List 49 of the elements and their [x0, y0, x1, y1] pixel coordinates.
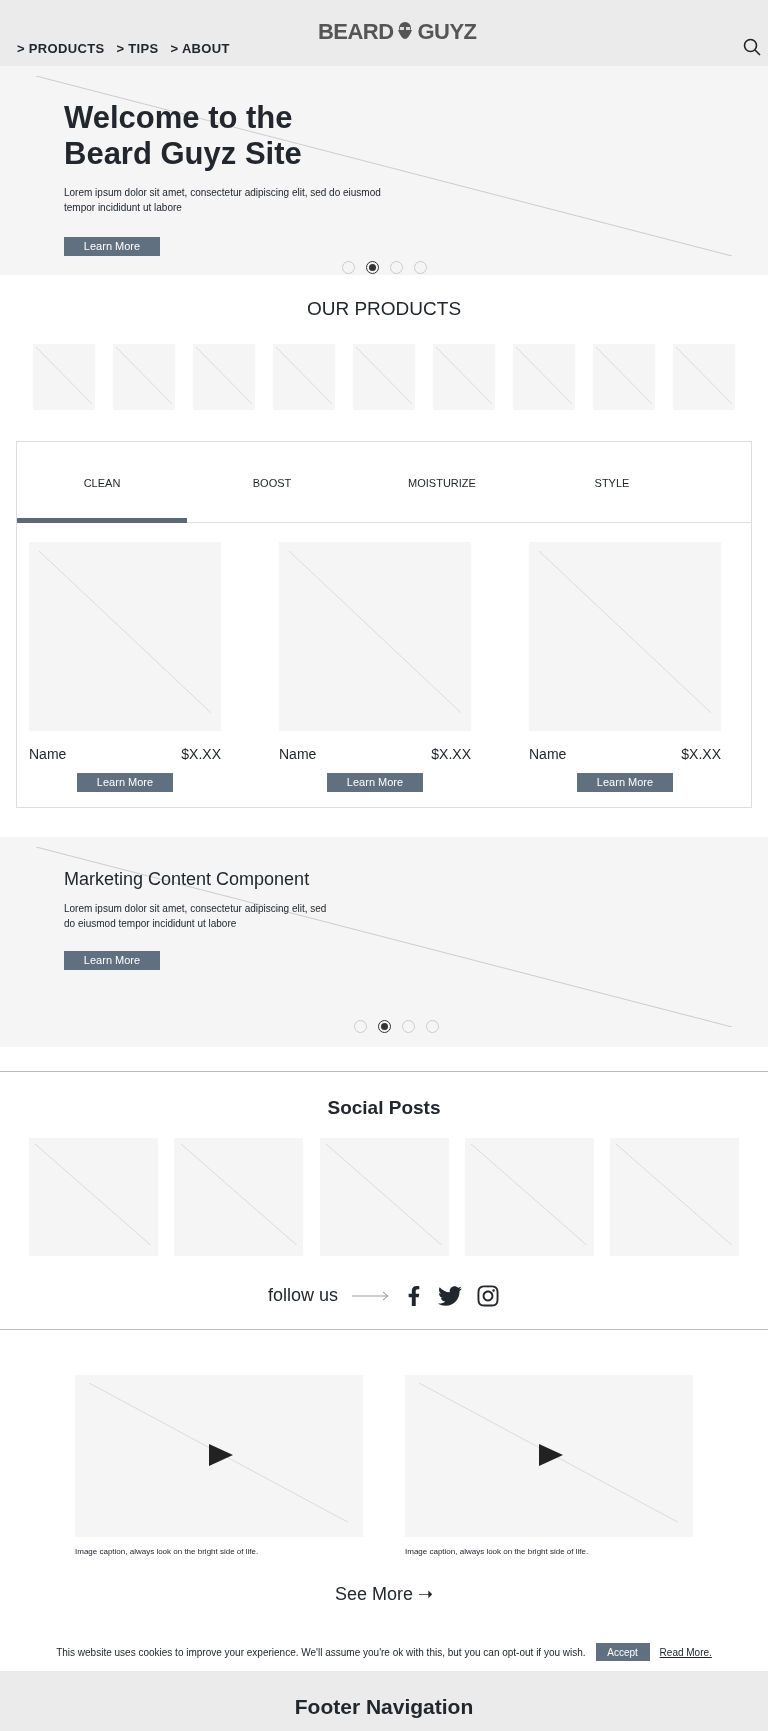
category-tab[interactable]: BOOST: [187, 441, 357, 523]
nav-link[interactable]: > PRODUCTS: [17, 38, 105, 58]
logo-text: BEARD: [318, 21, 394, 43]
product-price: $X.XX: [181, 744, 221, 764]
cookie-notice: This website uses cookies to improve your experience. We'll assume you're ok with this, but you can opt-out if you wish.: [56, 1645, 586, 1660]
product-name: Name: [529, 744, 567, 764]
diagonal-line: [436, 346, 492, 404]
nav-link[interactable]: > ABOUT: [170, 38, 230, 58]
section-title: OUR PRODUCTS: [305, 297, 463, 321]
hero-title: Welcome to the Beard Guyz Site: [64, 100, 303, 172]
diagonal-line: [196, 346, 252, 404]
learn-more-button[interactable]: Learn More: [64, 237, 160, 256]
category-tab[interactable]: MOISTURIZE: [357, 441, 527, 523]
product-name: Name: [29, 744, 67, 764]
marketing-title: Marketing Content Component: [64, 867, 311, 891]
product-price: $X.XX: [681, 744, 721, 764]
hero-text: Lorem ipsum dolor sit amet, consectetur adipiscing elit, sed do eiusmod tempor incididunt ut labore: [64, 186, 382, 215]
diagonal-line: [356, 346, 412, 404]
read-more-link[interactable]: Read More.: [659, 1644, 712, 1660]
instagram-icon[interactable]: [476, 1283, 500, 1308]
follow-us-label: follow us: [268, 1284, 338, 1307]
image-caption: Image caption, always look on the bright side of life.: [405, 1546, 590, 1558]
marketing-text: Lorem ipsum dolor sit amet, consectetur adipiscing elit, sed do eiusmod tempor incididunt ut labore: [64, 901, 328, 931]
category-tab[interactable]: CLEAN: [17, 441, 187, 523]
diagonal-line: [516, 346, 572, 404]
play-icon[interactable]: [209, 1444, 233, 1466]
learn-more-button[interactable]: Learn More: [77, 772, 173, 792]
learn-more-button[interactable]: Learn More: [327, 772, 423, 792]
footer-title: Footer Navigation: [294, 1694, 474, 1720]
search-icon[interactable]: [743, 38, 761, 56]
section-title: Social Posts: [326, 1095, 442, 1120]
diagonal-line: [116, 346, 172, 404]
diagonal-line: [276, 346, 332, 404]
logo-text: GUYZ: [417, 21, 477, 43]
see-more-link[interactable]: See More ➝: [334, 1581, 433, 1608]
arrow-icon: [352, 1290, 390, 1301]
product-name: Name: [279, 744, 317, 764]
twitter-icon[interactable]: [438, 1283, 462, 1308]
diagonal-line: [676, 346, 732, 404]
learn-more-button[interactable]: Learn More: [577, 772, 673, 792]
diagonal-line: [596, 346, 652, 404]
accept-button[interactable]: Accept: [595, 1643, 650, 1661]
nav-link[interactable]: > TIPS: [116, 38, 159, 58]
image-caption: Image caption, always look on the bright side of life.: [75, 1546, 260, 1558]
diagonal-line: [36, 346, 92, 404]
learn-more-button[interactable]: Learn More: [64, 950, 160, 970]
product-price: $X.XX: [431, 744, 471, 764]
play-icon[interactable]: [539, 1444, 563, 1466]
category-tab[interactable]: STYLE: [527, 441, 697, 523]
